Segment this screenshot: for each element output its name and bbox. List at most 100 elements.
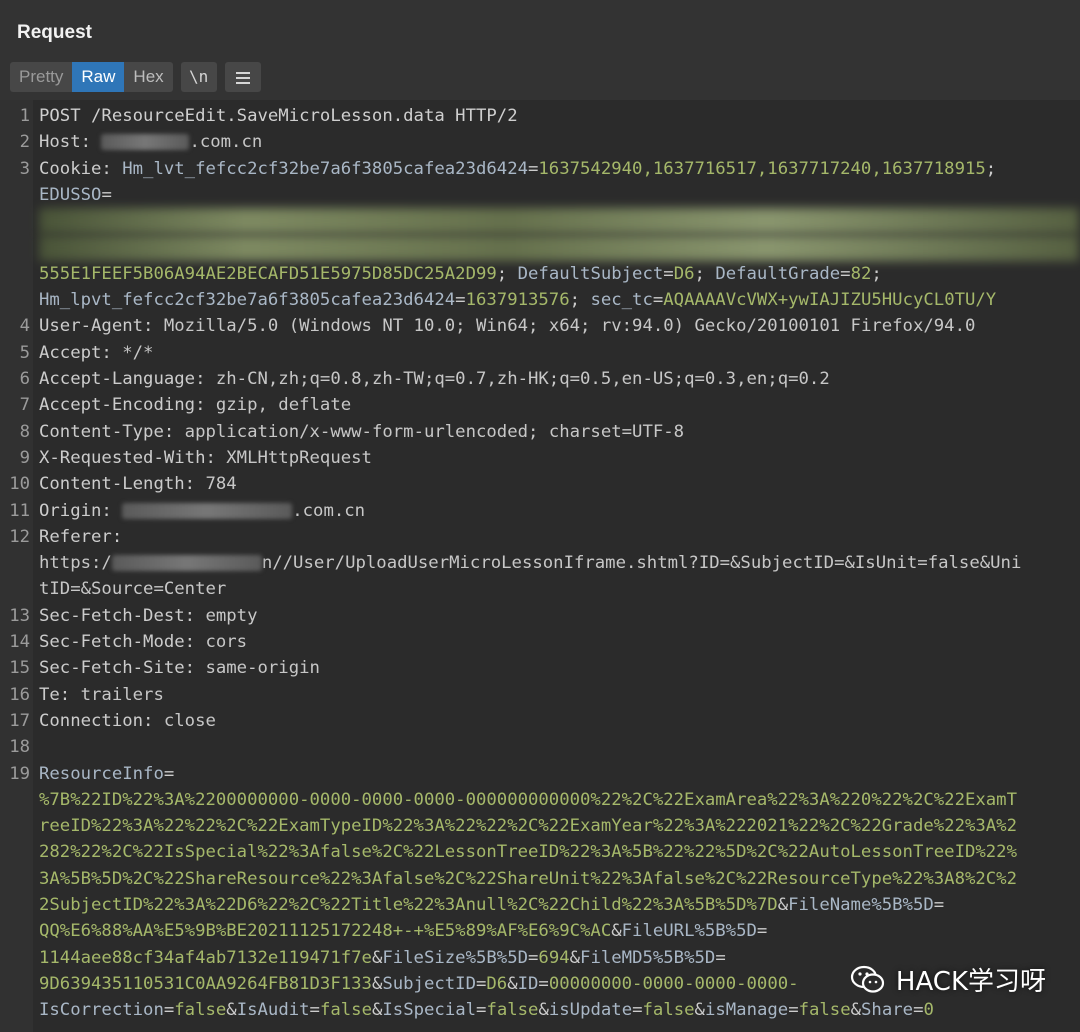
request-line: tID=&Source=Center [0,576,1080,602]
request-line: QQ%E6%88%AA%E5%9B%BE20211125172248+-+%E5… [0,918,1080,944]
token: isManage [704,1000,789,1021]
token: ; [985,158,997,179]
token: & [777,895,789,915]
raw-request-editor[interactable]: 1 POST /ResourceEdit.SaveMicroLesson.data… [0,100,1080,1032]
options-menu-button[interactable] [224,62,261,92]
token: Hm_lvt_fefcc2cf32be7a6f3805cafea23d6424 [122,158,528,179]
token: = [163,1000,175,1021]
token: ; [569,290,591,311]
redacted-domain [111,555,262,572]
token: = [163,763,175,784]
request-line: 18 [0,734,1080,760]
line-content: Sec-Fetch-Site: same-origin [39,655,320,681]
tab-hex[interactable]: Hex [124,62,172,92]
token: & [538,1000,549,1021]
view-mode-segmented-control: Pretty Raw Hex [10,62,173,92]
token: Origin: [39,500,123,521]
token: Accept-Encoding: [39,395,216,416]
token: 0 [923,1000,934,1021]
request-line: 5 Accept: */* [0,340,1080,366]
token: Mozilla/5.0 (Windows NT 10.0; Win64; x64… [163,316,976,337]
token: = [455,290,466,311]
redacted-cookie-value [39,234,1079,261]
request-line: 8 Content-Type: application/x-www-form-ur… [0,419,1080,445]
request-line: 1 POST /ResourceEdit.SaveMicroLesson.data… [0,103,1080,129]
token: IsAudit [236,1000,310,1021]
token: %7B%22ID%22%3A%2200000000-0000-0000-0000… [39,789,1017,810]
token: https:/ [39,553,112,574]
token: D6 [486,973,508,994]
token: IsCorrection [39,1000,164,1021]
request-line: 6 Accept-Language: zh-CN,zh;q=0.8,zh-TW;q… [0,366,1080,392]
show-newlines-button[interactable]: \n [180,62,217,92]
token: 2SubjectID%22%3A%22D6%22%2C%22Title%22%3… [39,895,778,915]
token: 1144aee88cf34af4ab7132e119471f7e [39,947,372,968]
request-panel-header: Request Pretty Raw Hex \n [0,0,1080,100]
line-number: 2 [19,132,30,153]
token: & [371,1000,383,1021]
request-line: 4 User-Agent: Mozilla/5.0 (Windows NT 10.… [0,313,1080,339]
token: gzip, deflate [215,395,352,416]
token: reeID%22%3A%22%22%2C%22ExamTypeID%22%3A%… [39,816,1017,837]
token: close [163,710,216,731]
token: false [174,1000,227,1021]
token: false [798,1000,851,1021]
token: isUpdate [548,1000,633,1021]
token: POST /ResourceEdit.SaveMicroLesson.data … [39,106,518,126]
token: Accept: [39,342,123,363]
token: IsSpecial [382,1000,477,1021]
token: = [309,1000,320,1021]
line-content: %7B%22ID%22%3A%2200000000-0000-0000-0000… [39,787,1017,813]
request-line: IsCorrection=false&IsAudit=false&IsSpeci… [0,997,1080,1023]
tab-pretty[interactable]: Pretty [10,62,72,92]
token: = [840,263,851,284]
token: & [371,947,383,968]
token: QQ%E6%88%AA%E5%9B%BE20211125172248+-+%E5… [39,921,612,942]
request-line [0,208,1080,235]
token: X-Requested-With: [39,447,227,468]
token: & [226,1000,237,1021]
line-content: Cookie: Hm_lvt_fefcc2cf32be7a6f3805cafea… [39,156,996,182]
request-line: 2SubjectID%22%3A%22D6%22%2C%22Title%22%3… [0,892,1080,918]
request-line: 3A%5B%5D%2C%22ShareResource%22%3Afalse%2… [0,866,1080,892]
token: XMLHttpRequest [226,447,372,468]
token: Hm_lpvt_fefcc2cf32be7a6f3805cafea23d6424 [39,290,456,311]
token: = [101,184,112,205]
line-content: Content-Length: 784 [39,471,237,497]
line-number: 3 [19,158,30,179]
token: DefaultGrade [715,263,841,284]
token: & [850,1000,862,1021]
token: false [486,1000,539,1021]
token: Host: [39,132,102,153]
redacted-domain [122,502,293,519]
token: EDUSSO [39,184,102,205]
request-line: https:/ n//User/UploadUserMicroLessonIfra… [0,550,1080,576]
line-number: 18 [9,737,30,758]
token: 3A%5B%5D%2C%22ShareResource%22%3Afalse%2… [39,868,1017,889]
token: Accept-Language: [39,369,216,389]
line-content: Accept-Language: zh-CN,zh;q=0.8,zh-TW;q=… [39,366,830,392]
request-line: 2 Host: .com.cn [0,129,1080,155]
token: application/x-www-form-urlencoded; chars… [184,421,685,442]
token: = [756,921,768,942]
line-number: 14 [9,632,30,652]
request-line: 16 Te: trailers [0,682,1080,708]
token: = [476,1000,487,1021]
token: Content-Length: [39,474,206,495]
line-content: 2SubjectID%22%3A%22D6%22%2C%22Title%22%3… [39,892,944,918]
tab-raw[interactable]: Raw [72,62,125,92]
token: = [913,1000,924,1021]
token: cors [205,632,248,652]
line-content: Origin: .com.cn [39,498,365,524]
token: SubjectID [382,973,476,994]
line-number: 13 [9,605,30,626]
redacted-domain [101,134,190,151]
token: tID=&Source=Center [39,579,227,600]
token: = [715,947,726,968]
request-line: Hm_lpvt_fefcc2cf32be7a6f3805cafea23d6424… [0,287,1080,313]
token: AQAAAAVcVWX+ywIAJIZU5HUcyCL0TU/Y [663,290,997,311]
token: Share [861,1000,914,1021]
line-content: 9D639435110531C0AA9264FB81D3F133&Subject… [39,971,799,997]
token: n//User/UploadUserMicroLessonIframe.shtm… [261,553,1022,574]
line-content: Content-Type: application/x-www-form-url… [39,419,684,445]
